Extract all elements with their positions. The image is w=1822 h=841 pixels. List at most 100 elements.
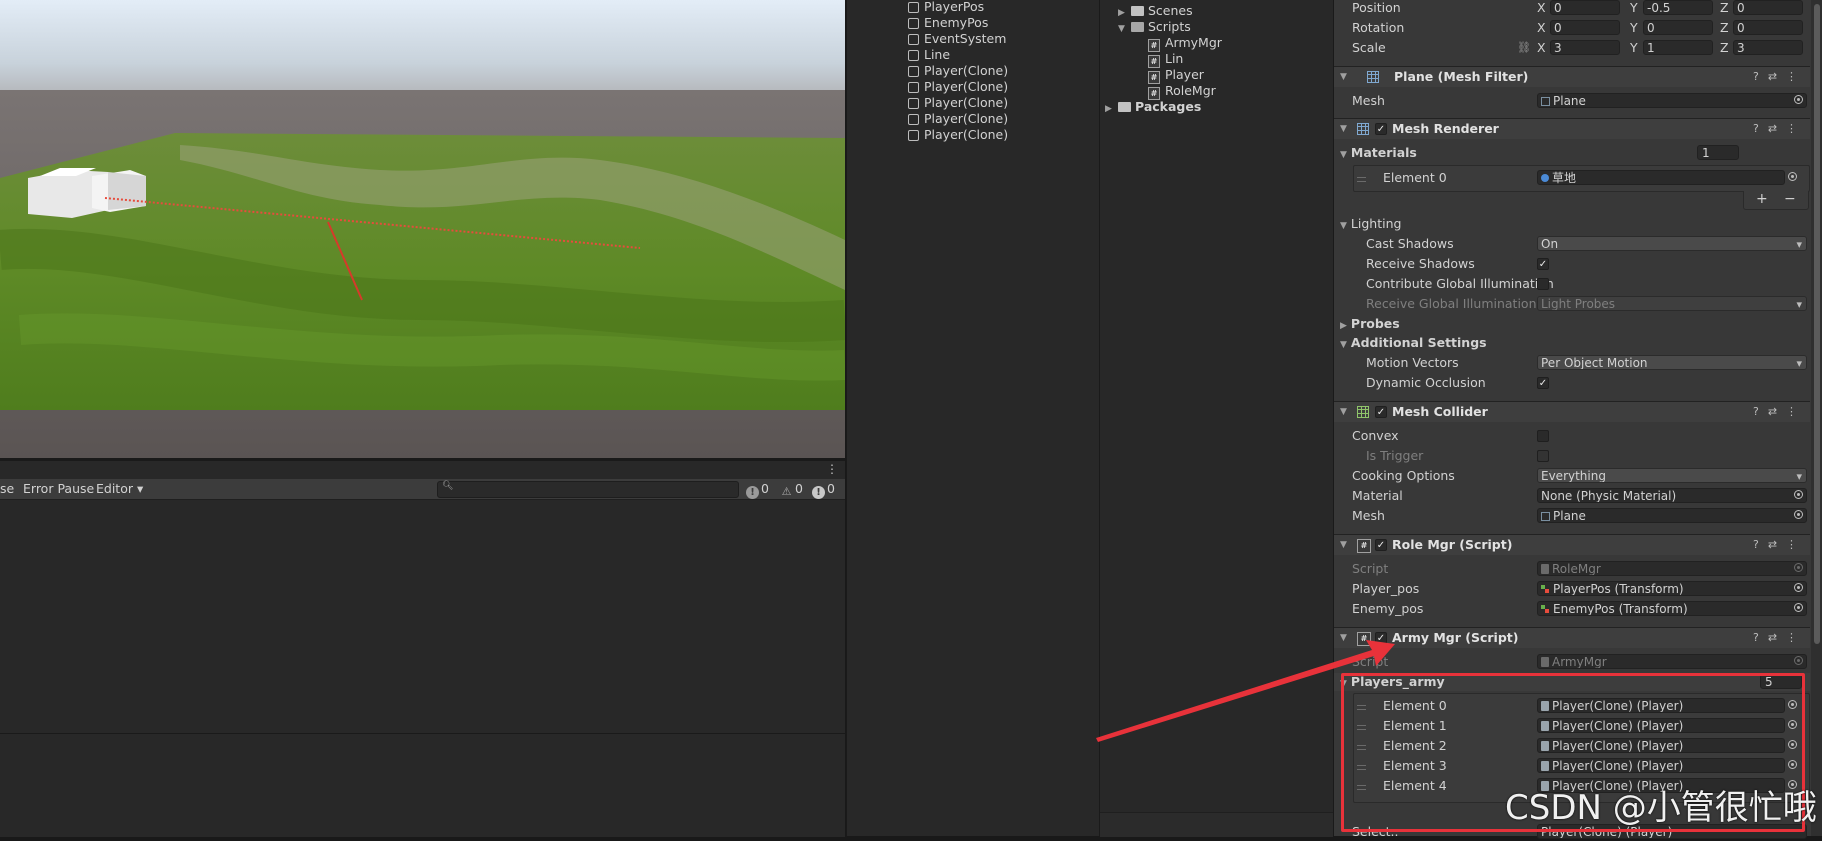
project-folder-scenes[interactable]: ▶ Scenes: [1118, 3, 1193, 19]
project-script-file[interactable]: # Lin: [1148, 51, 1183, 68]
motion-vectors-dropdown[interactable]: Per Object Motion: [1537, 355, 1807, 370]
object-picker-icon[interactable]: [1788, 172, 1797, 181]
project-script-file[interactable]: # Player: [1148, 67, 1204, 84]
cast-shadows-dropdown[interactable]: On: [1537, 236, 1807, 251]
transform-scale-row: Scale ⛓ X3 Y1 Z3: [1334, 39, 1810, 57]
hierarchy-item[interactable]: Player(Clone): [908, 79, 1008, 95]
hierarchy-item[interactable]: PlayerPos: [908, 0, 984, 15]
expand-arrow-icon[interactable]: ▶: [1340, 321, 1347, 331]
hierarchy-item[interactable]: Player(Clone): [908, 95, 1008, 111]
warning-icon: ⚠: [781, 485, 792, 498]
mesh-filter-header[interactable]: ▼ Plane (Mesh Filter) ?⇄⋮: [1334, 66, 1810, 87]
object-picker-icon[interactable]: [1794, 510, 1803, 519]
search-icon: 🔍︎: [442, 481, 454, 491]
fold-arrow-icon[interactable]: ▼: [1340, 221, 1347, 231]
mesh-filter-title: Plane (Mesh Filter): [1394, 69, 1529, 84]
collapse-arrow-icon[interactable]: ▼: [1118, 21, 1128, 37]
fold-arrow-icon[interactable]: ▼: [1340, 119, 1347, 139]
contribute-gi-row: Contribute Global Illumination: [1334, 275, 1810, 293]
object-picker-icon[interactable]: [1794, 490, 1803, 499]
hierarchy-item[interactable]: Line: [908, 47, 950, 63]
army-mgr-enabled-checkbox[interactable]: ✓: [1375, 632, 1387, 644]
materials-element-row[interactable]: Element 0 草地: [1334, 165, 1810, 192]
mesh-collider-enabled-checkbox[interactable]: ✓: [1375, 406, 1387, 418]
component-actions[interactable]: ?⇄⋮: [1753, 402, 1806, 422]
transform-icon: [1541, 605, 1550, 614]
object-picker-icon[interactable]: [1794, 95, 1803, 104]
hierarchy-item[interactable]: EventSystem: [908, 31, 1006, 47]
contribute-gi-checkbox[interactable]: [1537, 278, 1549, 290]
inspector-scrollbar[interactable]: [1811, 0, 1822, 836]
scrollbar-thumb[interactable]: [1814, 4, 1820, 644]
add-element-icon[interactable]: +: [1756, 191, 1768, 208]
enemy-pos-field[interactable]: EnemyPos (Transform): [1537, 601, 1807, 616]
object-picker-icon: [1794, 656, 1803, 665]
project-script-file[interactable]: # RoleMgr: [1148, 83, 1216, 100]
link-icon[interactable]: ⛓: [1517, 39, 1531, 57]
warning-count[interactable]: ⚠ 0: [780, 479, 803, 499]
convex-checkbox[interactable]: [1537, 430, 1549, 442]
mesh-collider-header[interactable]: ▼ ✓ Mesh Collider ?⇄⋮: [1334, 401, 1810, 422]
project-folder-packages[interactable]: ▶ Packages: [1105, 99, 1201, 115]
receive-shadows-checkbox[interactable]: ✓: [1537, 258, 1549, 270]
motion-vectors-label: Motion Vectors: [1366, 355, 1459, 370]
enemy-pos-row: Enemy_pos EnemyPos (Transform): [1334, 600, 1810, 618]
folder-icon: [1131, 6, 1144, 16]
rotation-label: Rotation: [1352, 20, 1405, 35]
console-menu-icon[interactable]: ⋮: [826, 462, 838, 476]
error-icon: !: [812, 486, 825, 499]
material-field[interactable]: 草地: [1537, 170, 1785, 185]
fold-arrow-icon[interactable]: ▼: [1340, 67, 1347, 87]
fold-arrow-icon[interactable]: ▼: [1340, 340, 1347, 350]
expand-arrow-icon[interactable]: ▶: [1105, 101, 1115, 117]
mesh-renderer-enabled-checkbox[interactable]: ✓: [1375, 123, 1387, 135]
project-script-file[interactable]: # ArmyMgr: [1148, 35, 1222, 52]
collider-mesh-field[interactable]: Plane: [1537, 508, 1807, 523]
fold-arrow-icon[interactable]: ▼: [1340, 628, 1347, 648]
component-actions[interactable]: ?⇄⋮: [1753, 535, 1806, 555]
component-actions[interactable]: ?⇄⋮: [1753, 119, 1806, 139]
hierarchy-item[interactable]: Player(Clone): [908, 127, 1008, 143]
hierarchy-item[interactable]: Player(Clone): [908, 63, 1008, 79]
role-mgr-title: Role Mgr (Script): [1392, 537, 1513, 552]
editor-dropdown[interactable]: Editor ▾: [96, 479, 143, 499]
receive-shadows-label: Receive Shadows: [1366, 256, 1475, 271]
transform-icon: [1541, 585, 1550, 594]
component-actions[interactable]: ?⇄⋮: [1753, 67, 1806, 87]
hierarchy-item[interactable]: Player(Clone): [908, 111, 1008, 127]
cooking-options-dropdown[interactable]: Everything: [1537, 468, 1807, 483]
player-pos-field[interactable]: PlayerPos (Transform): [1537, 581, 1807, 596]
materials-size-field[interactable]: 1: [1697, 145, 1739, 160]
component-actions[interactable]: ?⇄⋮: [1753, 628, 1806, 648]
object-picker-icon[interactable]: [1794, 603, 1803, 612]
drag-handle-icon[interactable]: [1357, 177, 1366, 182]
lighting-section[interactable]: ▼ Lighting: [1334, 215, 1810, 233]
fold-arrow-icon[interactable]: ▼: [1340, 535, 1347, 555]
cast-shadows-row: Cast Shadows On: [1334, 235, 1810, 253]
probes-section[interactable]: ▶ Probes: [1334, 315, 1810, 333]
collapse-button[interactable]: se: [0, 479, 14, 499]
role-mgr-enabled-checkbox[interactable]: ✓: [1375, 539, 1387, 551]
error-count[interactable]: ! 0: [812, 479, 835, 499]
role-mgr-script-row: Script RoleMgr: [1334, 560, 1810, 578]
mesh-label: Mesh: [1352, 508, 1385, 523]
object-picker-icon[interactable]: [1794, 583, 1803, 592]
scene-view[interactable]: [0, 0, 845, 460]
physic-material-field[interactable]: None (Physic Material): [1537, 488, 1807, 503]
mesh-field[interactable]: Plane: [1537, 93, 1807, 108]
remove-element-icon[interactable]: −: [1784, 191, 1796, 208]
role-mgr-header[interactable]: ▼ # ✓ Role Mgr (Script) ?⇄⋮: [1334, 534, 1810, 555]
additional-settings-section[interactable]: ▼ Additional Settings: [1334, 334, 1810, 352]
army-mgr-header[interactable]: ▼ # ✓ Army Mgr (Script) ?⇄⋮: [1334, 627, 1810, 648]
materials-row[interactable]: ▼ Materials 1: [1334, 144, 1810, 162]
error-pause-button[interactable]: Error Pause: [23, 479, 94, 499]
hierarchy-item[interactable]: EnemyPos: [908, 15, 988, 31]
project-folder-scripts[interactable]: ▼ Scripts: [1118, 19, 1191, 35]
dynamic-occlusion-checkbox[interactable]: ✓: [1537, 377, 1549, 389]
fold-arrow-icon[interactable]: ▼: [1340, 402, 1347, 422]
log-count[interactable]: ! 0: [746, 479, 769, 499]
fold-arrow-icon[interactable]: ▼: [1340, 150, 1347, 160]
material-icon: [1541, 174, 1549, 182]
console-search-input[interactable]: 🔍︎: [437, 481, 739, 498]
mesh-renderer-header[interactable]: ▼ ✓ Mesh Renderer ?⇄⋮: [1334, 118, 1810, 139]
